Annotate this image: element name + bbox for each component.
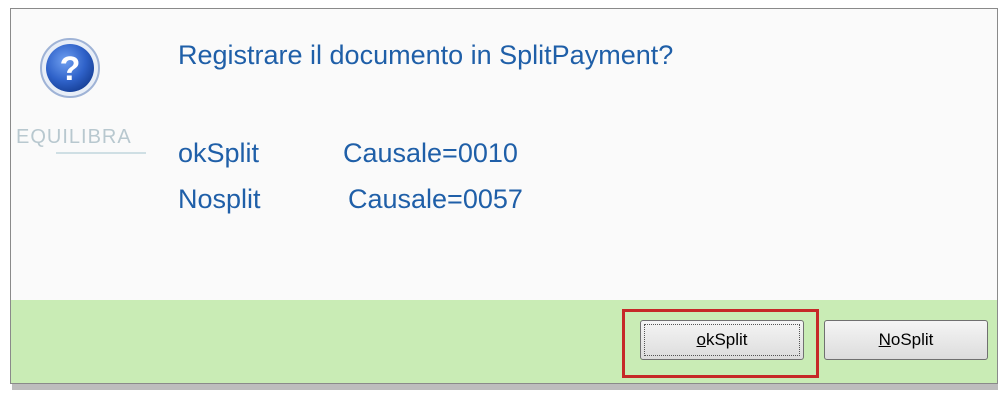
equilibra-watermark: EQUILIBRA: [8, 120, 158, 160]
option-line-nosplit: Nosplit Causale=0057: [178, 184, 523, 215]
dialog-message: Registrare il documento in SplitPayment?: [178, 40, 674, 70]
option-name: Nosplit: [178, 184, 261, 214]
option-value: Causale=0010: [343, 138, 518, 168]
nosplit-mnemonic: N: [878, 330, 891, 349]
highlight-box: [622, 309, 819, 378]
watermark-underline: [56, 152, 146, 154]
dialog-shadow: [12, 384, 998, 390]
watermark-text: EQUILIBRA: [16, 126, 132, 148]
question-icon: ?: [38, 36, 102, 100]
nosplit-label: oSplit: [890, 330, 934, 349]
nosplit-button[interactable]: NoSplit: [824, 320, 988, 360]
option-name: okSplit: [178, 138, 260, 168]
option-value: Causale=0057: [348, 184, 523, 214]
svg-text:?: ?: [60, 50, 81, 88]
option-line-oksplit: okSplit Causale=0010: [178, 138, 518, 169]
